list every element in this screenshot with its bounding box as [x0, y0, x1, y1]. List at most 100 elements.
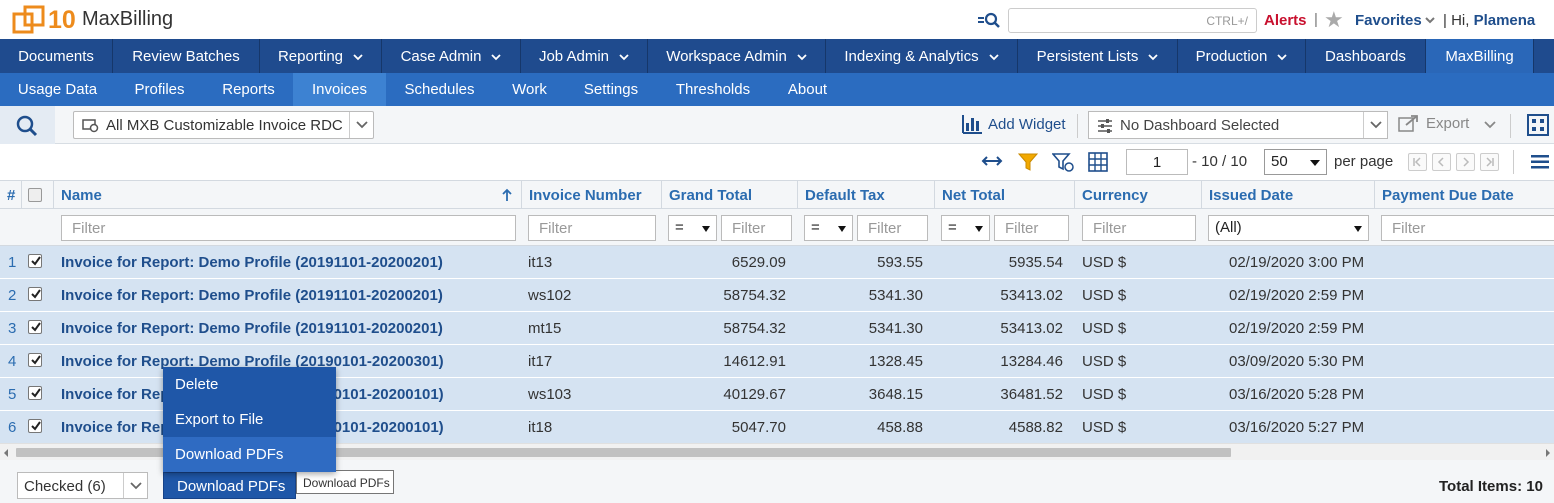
subnav-invoices[interactable]: Invoices [293, 73, 386, 106]
net-total: 13284.46 [1000, 353, 1063, 370]
filter-issued-date-select[interactable]: (All) [1208, 215, 1369, 241]
nav-production[interactable]: Production [1178, 39, 1306, 73]
row-checkbox[interactable] [28, 353, 42, 367]
table-row[interactable]: 3 Invoice for Report: Demo Profile (2019… [0, 312, 1554, 345]
row-checkbox[interactable] [28, 320, 42, 334]
scroll-right-icon[interactable] [1546, 449, 1550, 457]
column-header-net-total[interactable]: Net Total [935, 180, 1075, 209]
select-all-checkbox[interactable] [28, 188, 42, 202]
subnav-work[interactable]: Work [493, 73, 566, 106]
filter-net-total-input[interactable]: Filter [994, 215, 1069, 241]
menu-icon[interactable] [1531, 155, 1549, 169]
sort-ascending-icon[interactable] [501, 188, 513, 202]
row-checkbox[interactable] [28, 254, 42, 268]
alerts-link[interactable]: Alerts [1264, 12, 1307, 29]
nav-maxbilling[interactable]: MaxBilling [1426, 39, 1534, 73]
nav-workspace-admin[interactable]: Workspace Admin [648, 39, 826, 73]
chevron-down-icon[interactable] [1424, 15, 1436, 25]
first-page-button[interactable] [1408, 153, 1427, 171]
nav-dashboards[interactable]: Dashboards [1306, 39, 1426, 73]
invoice-name-link[interactable]: Invoice for Report: Demo Profile (201911… [61, 254, 443, 271]
nav-indexing-analytics[interactable]: Indexing & Analytics [826, 39, 1018, 73]
nav-reporting[interactable]: Reporting [260, 39, 382, 73]
row-number: 4 [8, 353, 17, 370]
scroll-left-icon[interactable] [4, 449, 8, 457]
subnav-schedules[interactable]: Schedules [386, 73, 493, 106]
subnav-about[interactable]: About [770, 73, 845, 106]
filter-icon[interactable] [1018, 152, 1038, 172]
prev-page-button[interactable] [1432, 153, 1451, 171]
nav-case-admin[interactable]: Case Admin [382, 39, 521, 73]
nav-documents[interactable]: Documents [0, 39, 113, 73]
row-checkbox[interactable] [28, 419, 42, 433]
dashboard-select-dropdown[interactable] [1363, 112, 1387, 138]
chevron-down-icon [130, 482, 142, 490]
filter-payment-due-date-input[interactable]: Filter [1381, 215, 1554, 241]
favorites-menu[interactable]: Favorites [1355, 12, 1422, 29]
subnav-usage-data[interactable]: Usage Data [0, 73, 115, 106]
issued-date: 02/19/2020 2:59 PM [1229, 320, 1365, 337]
menu-item-delete[interactable]: Delete [163, 367, 336, 402]
filter-grand-total-operator[interactable]: = [668, 215, 717, 241]
column-header-issued-date[interactable]: Issued Date [1202, 180, 1375, 209]
menu-item-export-to-file[interactable]: Export to File [163, 402, 336, 437]
filter-default-tax-input[interactable]: Filter [857, 215, 928, 241]
next-page-button[interactable] [1456, 153, 1475, 171]
invoice-name-link[interactable]: Invoice for Report: Demo Profile (201911… [61, 320, 443, 337]
filter-grand-total-input[interactable]: Filter [721, 215, 792, 241]
per-page-select[interactable]: 50 [1264, 149, 1327, 175]
row-checkbox[interactable] [28, 386, 42, 400]
view-select-dropdown[interactable] [349, 112, 373, 138]
quick-search-icon[interactable] [977, 10, 1001, 30]
dashboard-select[interactable]: No Dashboard Selected [1088, 111, 1388, 139]
grand-total: 58754.32 [723, 320, 786, 337]
nav-persistent-lists[interactable]: Persistent Lists [1018, 39, 1178, 73]
page-number-input[interactable]: 1 [1126, 149, 1188, 175]
column-header-payment-due-date[interactable]: Payment Due Date [1375, 180, 1554, 209]
chevron-down-icon[interactable] [1482, 118, 1498, 132]
subnav-thresholds[interactable]: Thresholds [656, 73, 770, 106]
last-page-button[interactable] [1480, 153, 1499, 171]
fit-columns-icon[interactable] [981, 155, 1003, 167]
user-greeting[interactable]: | Hi, Plamena [1443, 12, 1535, 29]
grand-total: 14612.91 [723, 353, 786, 370]
filter-settings-icon[interactable] [1052, 152, 1074, 172]
filter-currency-input[interactable]: Filter [1082, 215, 1196, 241]
subnav-reports[interactable]: Reports [204, 73, 293, 106]
column-header-grand-total[interactable]: Grand Total [662, 180, 798, 209]
search-toggle-button[interactable] [0, 106, 55, 144]
view-select[interactable]: All MXB Customizable Invoice RDC [73, 111, 374, 139]
filter-name-input[interactable]: Filter [61, 215, 516, 241]
invoice-name-link[interactable]: Invoice for Report: Demo Profile (201911… [61, 287, 443, 304]
mass-action-button[interactable]: Download PDFs [163, 472, 296, 499]
column-header-currency[interactable]: Currency [1075, 180, 1202, 209]
subnav-profiles[interactable]: Profiles [115, 73, 204, 106]
column-grid-icon[interactable] [1088, 152, 1108, 172]
row-checkbox[interactable] [28, 287, 42, 301]
menu-item-download-pdfs[interactable]: Download PDFs [163, 437, 336, 472]
column-header-default-tax[interactable]: Default Tax [798, 180, 935, 209]
add-widget-button[interactable]: Add Widget [961, 114, 1066, 138]
filter-default-tax-operator[interactable]: = [804, 215, 853, 241]
scope-select-dropdown[interactable] [123, 473, 147, 498]
dashboard-layout-icon[interactable] [1527, 114, 1549, 136]
table-row[interactable]: 1 Invoice for Report: Demo Profile (2019… [0, 246, 1554, 279]
star-icon[interactable]: ★ [1324, 7, 1344, 33]
default-tax: 1328.45 [868, 353, 923, 370]
table-row[interactable]: 2 Invoice for Report: Demo Profile (2019… [0, 279, 1554, 312]
export-label: Export [1426, 115, 1470, 132]
dashboard-select-value: No Dashboard Selected [1120, 117, 1280, 134]
column-header-name[interactable]: Name [54, 180, 522, 209]
mass-operation-scope-select[interactable]: Checked (6) [17, 472, 148, 499]
export-button[interactable]: Export [1398, 114, 1469, 136]
filter-invoice-number-input[interactable]: Filter [528, 215, 656, 241]
quick-search-input[interactable]: CTRL+/ [1008, 8, 1257, 33]
column-header-invoice-number[interactable]: Invoice Number [522, 180, 662, 209]
per-page-label: per page [1334, 153, 1394, 170]
nav-review-batches[interactable]: Review Batches [113, 39, 260, 73]
column-header-select-all[interactable] [22, 180, 54, 209]
nav-job-admin[interactable]: Job Admin [521, 39, 648, 73]
subnav-settings[interactable]: Settings [566, 73, 656, 106]
default-tax: 458.88 [877, 419, 923, 436]
filter-net-total-operator[interactable]: = [941, 215, 990, 241]
